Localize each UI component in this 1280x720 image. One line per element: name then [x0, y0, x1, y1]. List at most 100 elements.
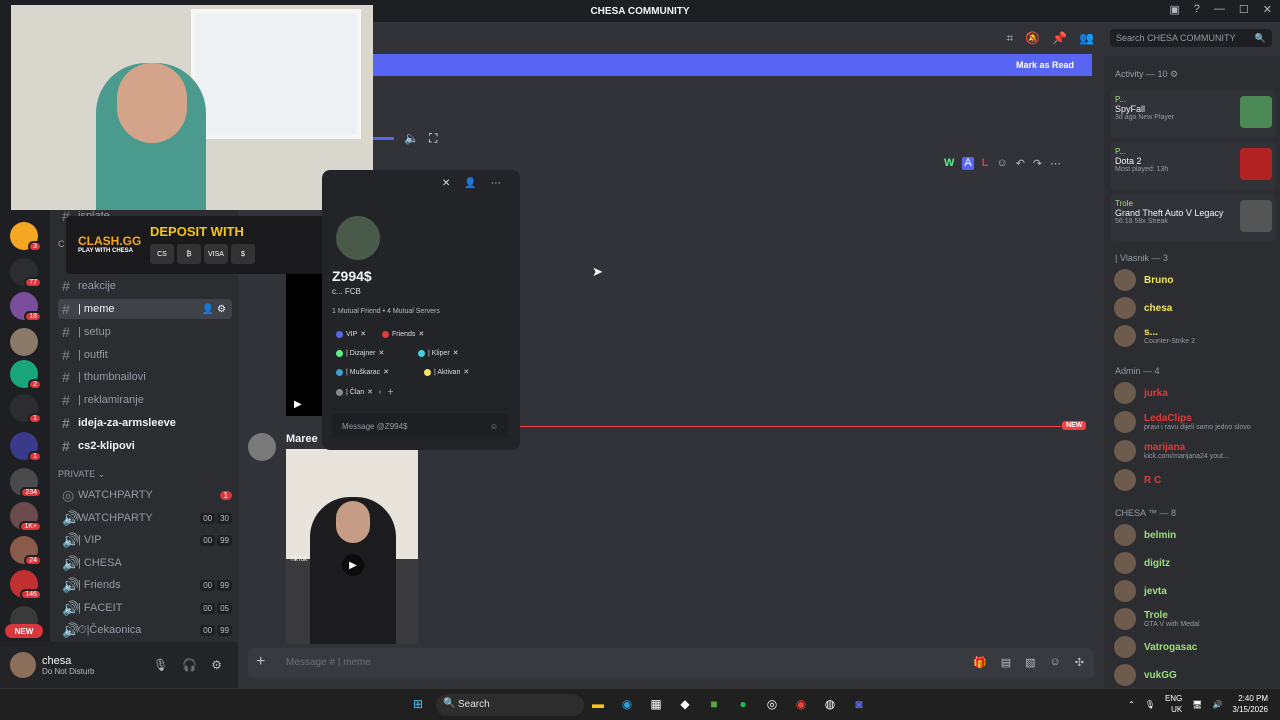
- invite-settings-icon[interactable]: 👤 ⚙: [202, 304, 226, 315]
- avatar[interactable]: [10, 652, 36, 678]
- channel-meme[interactable]: # | meme 👤 ⚙: [58, 299, 232, 319]
- fullscreen-icon[interactable]: ⛶: [429, 131, 437, 146]
- category-private[interactable]: PRIVATE ⌄: [58, 469, 105, 480]
- video-attachment[interactable]: ▶: [286, 268, 322, 416]
- volume-icon[interactable]: 🔊: [1212, 700, 1222, 709]
- obs-icon[interactable]: ◎: [764, 696, 780, 712]
- member-row[interactable]: chesa: [1114, 295, 1276, 321]
- member-row[interactable]: s... Counter-Strike 2: [1114, 323, 1276, 349]
- message-input[interactable]: Message # | meme: [286, 657, 371, 668]
- activity-card[interactable]: Trole Grand Theft Auto V Legacy 56:18 58…: [1110, 194, 1276, 242]
- member-row[interactable]: digitz: [1114, 550, 1276, 576]
- minimize-button[interactable]: —: [1214, 3, 1225, 16]
- voice-cekaonica[interactable]: 🔊 ⏱|Čekaonica 00 99: [58, 620, 232, 640]
- minecraft-icon[interactable]: ■: [706, 696, 722, 712]
- new-unreads-pill[interactable]: NEW: [5, 624, 43, 638]
- gif-icon[interactable]: ▤: [1001, 656, 1011, 669]
- role-chip[interactable]: | Član ✕ ‹ ＋: [336, 387, 394, 397]
- profile-message-input[interactable]: Message @Z994$ ☺: [332, 413, 508, 439]
- forward-icon[interactable]: ↷: [1033, 157, 1042, 170]
- upload-plus-icon[interactable]: +: [256, 653, 265, 671]
- server-icon[interactable]: 146: [10, 570, 42, 600]
- category-collapsed[interactable]: C: [58, 239, 65, 249]
- channel-ideja-za-armsleeve[interactable]: # ideja-za-armsleeve: [58, 413, 232, 433]
- more-icon[interactable]: ⋯: [1050, 157, 1061, 170]
- gear-icon[interactable]: ⚙: [211, 658, 222, 672]
- member-row[interactable]: belmin: [1114, 522, 1276, 548]
- help-icon[interactable]: ?: [1194, 3, 1200, 16]
- role-chip[interactable]: Friends ✕: [382, 330, 424, 338]
- member-row[interactable]: Vatrogasac: [1114, 634, 1276, 660]
- voice-watchparty-2[interactable]: 🔊 WATCHPARTY 00 30: [58, 508, 232, 528]
- volume-icon[interactable]: 🔈: [404, 131, 419, 145]
- member-row[interactable]: Bruno: [1114, 267, 1276, 293]
- role-chip[interactable]: | Muškarac ✕: [336, 368, 389, 376]
- role-chip[interactable]: | Dizajner ✕: [336, 349, 384, 357]
- member-row[interactable]: Trole GTA V with Medal: [1114, 606, 1276, 632]
- member-row[interactable]: R C: [1114, 467, 1276, 493]
- volume-slider[interactable]: [372, 136, 394, 140]
- activity-header[interactable]: Activity — 10 ⚙: [1115, 69, 1178, 80]
- play-icon[interactable]: ▶: [294, 399, 302, 410]
- role-chip[interactable]: VIP ✕: [336, 330, 366, 338]
- emoji-icon[interactable]: ☺: [490, 422, 498, 431]
- sticker-icon[interactable]: ▧: [1025, 656, 1035, 669]
- member-row[interactable]: vukGG: [1114, 662, 1276, 688]
- member-row[interactable]: LedaClips pravi i ravu dijeli samo jedno …: [1114, 409, 1276, 435]
- language-indicator[interactable]: ENG UK: [1165, 693, 1182, 715]
- windows-start-icon[interactable]: ⊞: [410, 696, 426, 712]
- member-list-icon[interactable]: 👥: [1079, 31, 1094, 46]
- server-icon[interactable]: 234: [10, 468, 42, 498]
- discord-icon[interactable]: ◙: [851, 696, 867, 712]
- avatar[interactable]: [248, 433, 276, 461]
- message-author[interactable]: Maree: [286, 433, 318, 445]
- channel-reakcije[interactable]: # reakcije: [58, 276, 232, 296]
- channel-cs2-klipovi[interactable]: # cs2-klipovi: [58, 436, 232, 456]
- server-icon[interactable]: 24: [10, 536, 42, 566]
- edge-icon[interactable]: ◉: [619, 696, 635, 712]
- voice-friends[interactable]: 🔊 | Friends 00 99: [58, 575, 232, 595]
- tools-icon[interactable]: ✕: [442, 178, 450, 189]
- app-icon[interactable]: ◆: [677, 696, 693, 712]
- taskbar-search[interactable]: 🔍 Search: [436, 694, 584, 716]
- clock[interactable]: 2:40 PM 3/15/2026: [1232, 693, 1268, 715]
- member-row[interactable]: jevta: [1114, 578, 1276, 604]
- server-icon[interactable]: 18: [10, 292, 42, 322]
- search-input[interactable]: Search CHESA COMMUNITY 🔍: [1110, 29, 1272, 47]
- store-icon[interactable]: ▦: [648, 696, 664, 712]
- notification-bell-icon[interactable]: 🔕: [1025, 31, 1040, 46]
- close-button[interactable]: ✕: [1263, 3, 1272, 16]
- add-reaction-icon[interactable]: ☺: [996, 157, 1007, 170]
- headphones-icon[interactable]: 🎧: [182, 658, 197, 672]
- apps-icon[interactable]: ✣: [1075, 656, 1084, 669]
- role-chip[interactable]: | Aktivan ✕: [424, 368, 469, 376]
- user-info[interactable]: chesa Do Not Disturb: [42, 655, 94, 676]
- voice-faceit[interactable]: 🔊 | FACEIT 00 05: [58, 598, 232, 618]
- reaction-w[interactable]: W: [944, 157, 954, 170]
- network-icon[interactable]: 🖥: [1192, 700, 1202, 709]
- pin-icon[interactable]: 📌: [1052, 31, 1067, 46]
- steam-icon[interactable]: ◍: [822, 696, 838, 712]
- microphone-icon[interactable]: 🎙: [153, 658, 168, 672]
- activity-card[interactable]: P... SpyFall 3d ago New Player: [1110, 90, 1276, 138]
- microphone-icon[interactable]: 🎙: [1145, 700, 1155, 709]
- member-row[interactable]: jurka: [1114, 380, 1276, 406]
- server-icon[interactable]: [10, 328, 38, 356]
- member-row[interactable]: marijana kick.com/marijana24 yout...: [1114, 438, 1276, 464]
- voice-chesa[interactable]: 🔊 | CHESA: [58, 553, 232, 573]
- reply-icon[interactable]: ↶: [1016, 157, 1025, 170]
- gift-icon[interactable]: 🎁: [973, 656, 987, 669]
- server-icon[interactable]: 1K+: [10, 502, 42, 532]
- channel-reklamiranje[interactable]: # | reklamiranje: [58, 390, 232, 410]
- role-chip[interactable]: | Kliper ✕: [418, 349, 459, 357]
- more-icon[interactable]: ⋯: [491, 178, 501, 189]
- reaction-a[interactable]: A: [962, 157, 974, 170]
- server-icon[interactable]: 77: [10, 258, 42, 288]
- voice-watchparty-1[interactable]: ◎ WATCHPARTY 1: [58, 485, 232, 505]
- add-friend-icon[interactable]: 👤: [464, 178, 476, 189]
- server-icon[interactable]: 3: [10, 222, 42, 252]
- avatar[interactable]: [332, 212, 384, 264]
- emoji-icon[interactable]: ☺: [1050, 656, 1061, 669]
- video-attachment[interactable]: ▶ TikTok: [286, 449, 418, 644]
- inbox-icon[interactable]: ▣: [1169, 3, 1179, 16]
